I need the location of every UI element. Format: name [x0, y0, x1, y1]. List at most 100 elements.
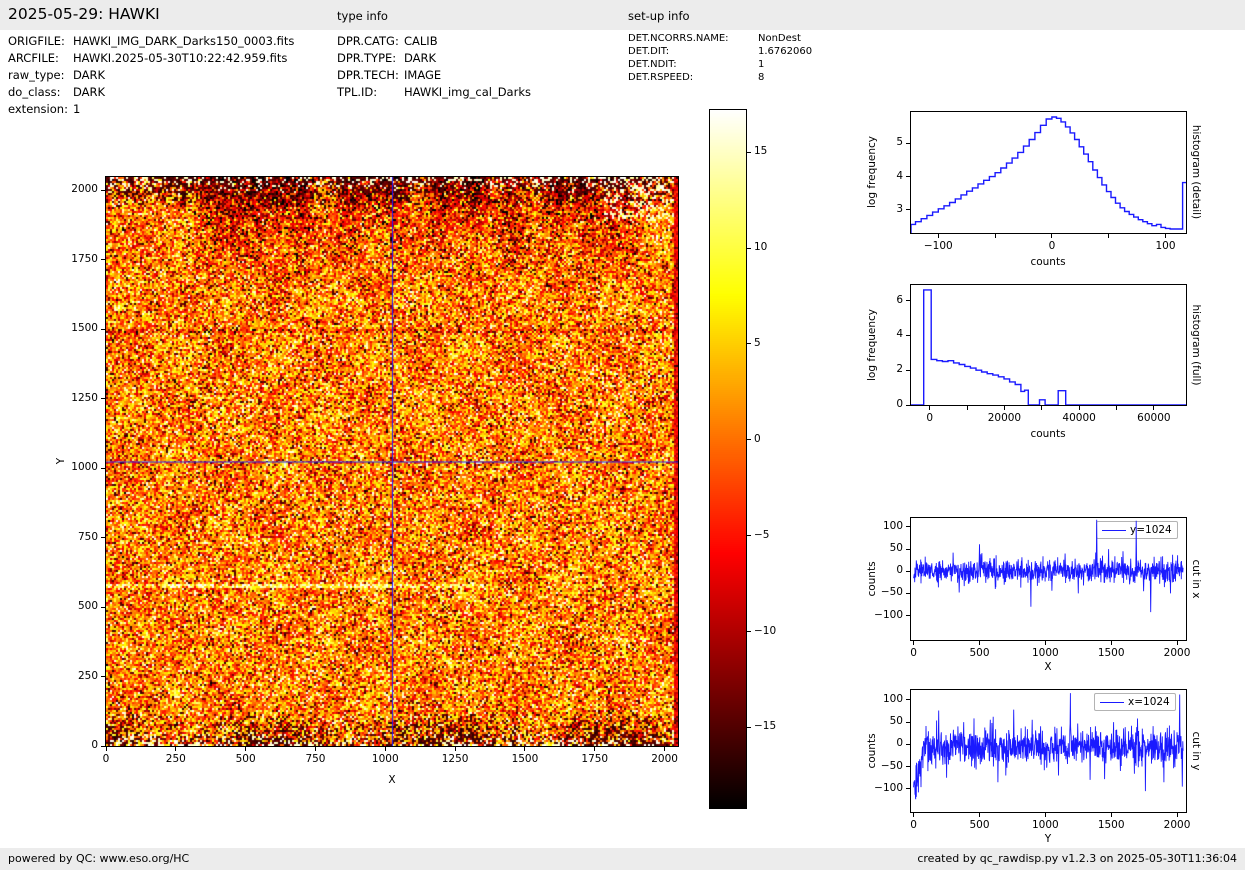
y-tick-label: 2000 — [71, 183, 98, 196]
y-tick — [906, 209, 910, 211]
x-tick-label: 0 — [102, 753, 110, 765]
y-tick-label: 4 — [896, 328, 903, 341]
info-label: raw_type: — [8, 68, 65, 82]
colorbar-tick — [747, 726, 751, 728]
y-tick-label: 6 — [896, 293, 903, 306]
qc-report-page: 2025-05-29: HAWKI type info set-up info … — [0, 0, 1245, 870]
y-tick-label: 0 — [896, 737, 903, 750]
y-tick — [906, 334, 910, 336]
x-tick-label: 0 — [910, 647, 917, 659]
x-tick-label: 0 — [1048, 240, 1056, 252]
y-tick-label: 0 — [896, 564, 903, 577]
x-tick — [1044, 641, 1046, 645]
info-label: DET.NCORRS.NAME: — [628, 33, 729, 44]
y-tick-label: 1000 — [71, 461, 98, 474]
y-tick — [101, 467, 105, 469]
info-value: DARK — [404, 51, 437, 65]
info-value: HAWKI_img_cal_Darks — [404, 85, 531, 99]
cut-in-x-line — [913, 519, 1184, 613]
info-value: CALIB — [404, 34, 438, 48]
y-tick-label: 50 — [889, 715, 903, 728]
y-tick-label: 3 — [896, 202, 903, 215]
y-tick — [906, 615, 910, 617]
x-tick-label: 750 — [305, 753, 326, 765]
info-value: DARK — [73, 68, 106, 82]
histogram-full-line — [911, 289, 1186, 405]
hist-full-right-label: histogram (full) — [1190, 304, 1202, 386]
y-tick-label: 1250 — [71, 391, 98, 404]
y-tick — [906, 369, 910, 371]
y-tick-label: 0 — [91, 739, 98, 751]
footer-credit-right: created by qc_rawdisp.py v1.2.3 on 2025-… — [917, 852, 1237, 865]
x-tick — [1051, 234, 1053, 238]
x-tick — [913, 641, 915, 645]
page-title: 2025-05-29: HAWKI — [8, 5, 160, 23]
x-tick — [175, 747, 177, 751]
y-tick — [906, 404, 910, 406]
colorbar-tick — [747, 343, 751, 345]
info-label: DET.DIT: — [628, 46, 670, 57]
info-label: DET.RSPEED: — [628, 72, 694, 83]
x-tick-label: 1000 — [371, 753, 399, 765]
info-value: 1.6762060 — [758, 46, 813, 57]
x-tick — [1153, 406, 1155, 410]
y-tick-label: 0 — [896, 398, 903, 410]
info-label: ARCFILE: — [8, 51, 59, 65]
x-tick-label: 1500 — [1097, 819, 1125, 831]
x-tick-label: 40000 — [1062, 412, 1096, 424]
info-label: extension: — [8, 102, 68, 116]
x-tick — [1003, 406, 1005, 410]
hist-detail-right-label: histogram (detail) — [1190, 124, 1202, 220]
y-tick-label: −50 — [880, 759, 903, 772]
x-tick-label: 1250 — [441, 753, 469, 765]
x-tick-label: 20000 — [987, 412, 1022, 424]
colorbar — [710, 110, 746, 808]
cut-x-xlabel: X — [1044, 661, 1052, 673]
y-tick — [906, 788, 910, 790]
y-tick-label: 50 — [889, 542, 903, 555]
x-tick — [1176, 641, 1178, 645]
x-tick — [978, 641, 980, 645]
x-tick — [929, 406, 931, 410]
y-tick — [101, 537, 105, 539]
info-value: NonDest — [758, 33, 801, 44]
y-tick — [906, 300, 910, 302]
cut-y-right-label: cut in y — [1190, 731, 1202, 771]
y-tick-label: 100 — [882, 692, 903, 705]
x-tick-label: 2000 — [1163, 819, 1191, 831]
y-tick-label: 500 — [77, 600, 98, 613]
y-tick — [906, 526, 910, 528]
colorbar-tick — [747, 631, 751, 633]
y-tick — [906, 699, 910, 701]
x-tick — [1176, 813, 1178, 817]
colorbar-tick-label: −15 — [754, 720, 777, 733]
colorbar-tick-label: −5 — [754, 528, 770, 541]
cut-x-right-label: cut in x — [1190, 559, 1202, 599]
x-tick-label: 1500 — [1097, 647, 1125, 659]
x-tick — [1165, 234, 1167, 238]
x-minor-tick — [994, 234, 996, 238]
detector-image — [106, 177, 678, 746]
colorbar-tick-label: 15 — [754, 145, 768, 158]
x-tick — [384, 747, 386, 751]
y-tick — [906, 743, 910, 745]
colorbar-tick-label: 10 — [754, 241, 768, 254]
x-tick-label: 250 — [165, 753, 186, 765]
y-tick — [101, 606, 105, 608]
x-tick — [1044, 813, 1046, 817]
info-label: DPR.TECH: — [337, 68, 399, 82]
y-tick — [906, 721, 910, 723]
y-tick-label: 250 — [77, 669, 98, 682]
info-value: DARK — [73, 85, 106, 99]
y-tick — [906, 766, 910, 768]
info-value: IMAGE — [404, 68, 442, 82]
x-tick — [314, 747, 316, 751]
x-tick — [454, 747, 456, 751]
x-tick — [105, 747, 107, 751]
colorbar-tick-label: 5 — [754, 336, 761, 349]
info-value: 1 — [73, 102, 81, 116]
footer-credit-left: powered by QC: www.eso.org/HC — [8, 852, 190, 865]
x-tick — [1078, 406, 1080, 410]
x-tick-label: 0 — [926, 412, 934, 424]
colorbar-tick — [747, 151, 751, 153]
